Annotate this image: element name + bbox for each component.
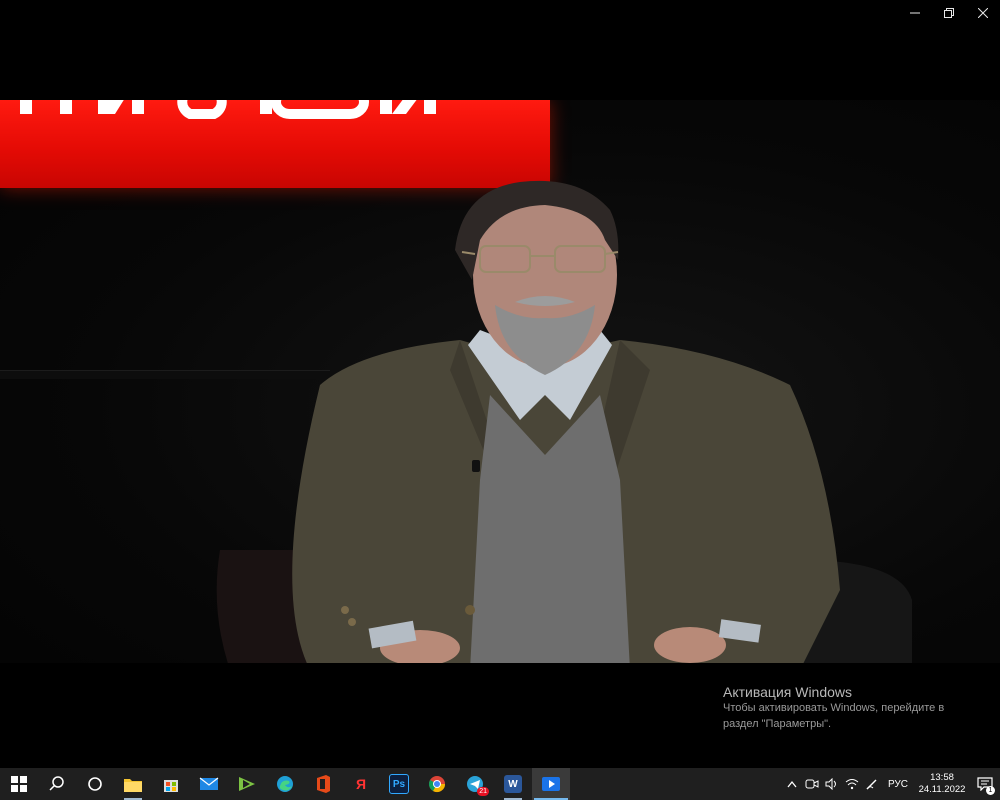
close-button[interactable]: [966, 0, 1000, 26]
restore-button[interactable]: [932, 0, 966, 26]
clock-date: 24.11.2022: [918, 784, 966, 795]
sign-lettering-graphic: [20, 100, 436, 119]
store-bag-icon: [164, 780, 178, 792]
taskbar: Я Ps 21 W РУС 13:58 24.11.2022 1: [0, 768, 1000, 800]
chrome-browser-icon: [428, 776, 446, 793]
windows-activation-watermark: Активация Windows Чтобы активировать Win…: [723, 684, 944, 732]
taskbar-app-telegram[interactable]: 21: [456, 768, 494, 800]
speaker-icon: [825, 778, 836, 790]
chevron-up-icon: [787, 780, 797, 788]
office-icon: [317, 775, 330, 793]
video-frame[interactable]: [0, 100, 1000, 663]
activation-line-1: Чтобы активировать Windows, перейдите в: [723, 702, 945, 714]
taskbar-app-edge[interactable]: [266, 768, 304, 800]
yandex-icon: Я: [355, 776, 367, 792]
minimize-icon: [910, 12, 920, 14]
word-icon: W: [504, 775, 522, 793]
taskbar-app-mail[interactable]: [190, 768, 228, 800]
search-icon: [49, 776, 64, 791]
taskbar-app-yandex[interactable]: Я: [342, 768, 380, 800]
clock[interactable]: 13:58 24.11.2022: [914, 772, 970, 796]
action-center-button[interactable]: 1: [970, 768, 1000, 800]
volume-button[interactable]: [822, 768, 842, 800]
start-button[interactable]: [0, 768, 38, 800]
taskbar-app-store[interactable]: [152, 768, 190, 800]
taskbar-app-photoshop[interactable]: Ps: [380, 768, 418, 800]
windows-logo-icon: [11, 776, 27, 792]
system-tray: РУС 13:58 24.11.2022 1: [782, 768, 1000, 800]
edge-browser-icon: [277, 776, 293, 792]
interviewee-figure: [216, 180, 912, 663]
taskbar-app-media[interactable]: [228, 768, 266, 800]
cortana-circle-icon: [88, 777, 102, 791]
taskbar-app-chrome[interactable]: [418, 768, 456, 800]
meet-now-button[interactable]: [802, 768, 822, 800]
taskbar-app-word[interactable]: W: [494, 768, 532, 800]
show-hidden-icons-button[interactable]: [782, 768, 802, 800]
network-button[interactable]: [842, 768, 862, 800]
notification-count-badge: 1: [986, 786, 995, 795]
wifi-icon: [845, 779, 859, 790]
camera-icon: [805, 779, 819, 789]
cortana-button[interactable]: [76, 768, 114, 800]
photoshop-icon: Ps: [389, 774, 409, 794]
minimize-button[interactable]: [898, 0, 932, 26]
activation-line-2: раздел "Параметры".: [723, 718, 832, 730]
input-language-indicator[interactable]: РУС: [882, 779, 914, 790]
restore-icon: [944, 8, 954, 18]
taskbar-app-video-player[interactable]: [532, 768, 570, 800]
taskbar-app-office[interactable]: [304, 768, 342, 800]
folder-icon: [124, 779, 142, 792]
telegram-unread-badge: 21: [477, 787, 489, 796]
close-icon: [978, 8, 988, 18]
clock-time: 13:58: [930, 772, 954, 783]
media-play-icon: [239, 777, 255, 791]
pen-icon: [866, 779, 877, 790]
window-controls: [898, 0, 1000, 26]
activation-title: Активация Windows: [723, 684, 853, 700]
pen-workspace-button[interactable]: [862, 768, 882, 800]
video-player-icon: [542, 777, 560, 791]
taskbar-app-file-explorer[interactable]: [114, 768, 152, 800]
search-button[interactable]: [38, 768, 76, 800]
mail-envelope-icon: [199, 777, 219, 790]
